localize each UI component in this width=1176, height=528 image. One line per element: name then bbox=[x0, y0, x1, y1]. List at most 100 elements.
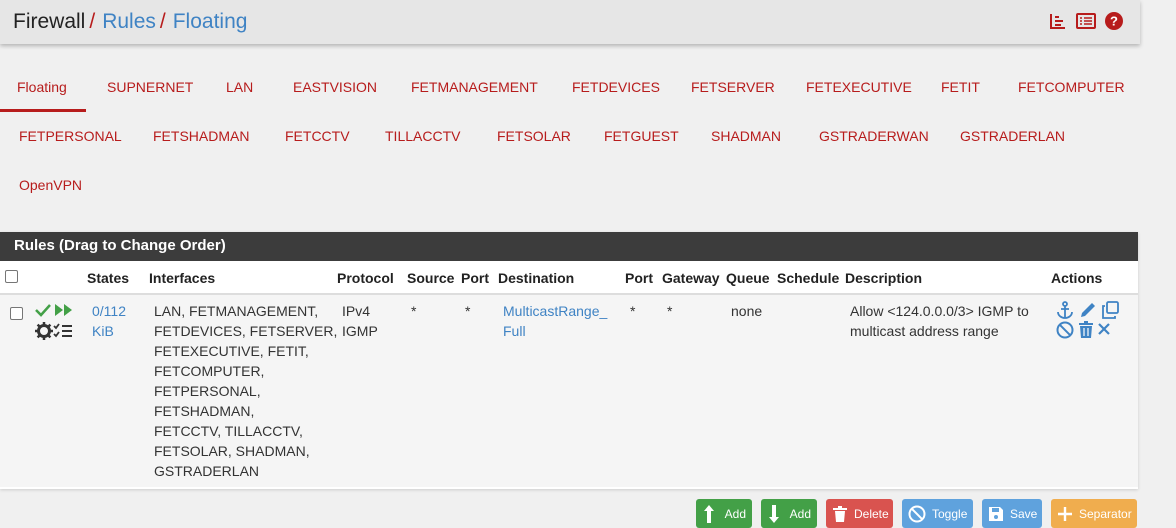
delete-button[interactable]: Delete bbox=[826, 499, 893, 528]
interfaces-line: FETCOMPUTER, bbox=[154, 363, 265, 379]
tab-floating[interactable]: Floating bbox=[0, 63, 86, 112]
tab-openvpn[interactable]: OpenVPN bbox=[19, 161, 82, 210]
add-top-button[interactable]: Add bbox=[696, 499, 752, 528]
delete-label: Delete bbox=[854, 506, 889, 521]
breadcrumb-floating-link[interactable]: Floating bbox=[173, 10, 248, 34]
pass-icon bbox=[54, 303, 74, 320]
description-line: multicast address range bbox=[850, 323, 999, 339]
checklist-icon[interactable] bbox=[53, 323, 73, 342]
destination-link[interactable]: MulticastRange_ Full bbox=[503, 301, 607, 341]
breadcrumb-separator: / bbox=[89, 10, 96, 33]
separator-label: Separator bbox=[1079, 506, 1132, 521]
toggle-label: Toggle bbox=[932, 506, 968, 521]
rules-panel: Rules (Drag to Change Order) States Inte… bbox=[0, 232, 1138, 489]
table-header: States Interfaces Protocol Source Port D… bbox=[0, 261, 1138, 295]
toggle-button[interactable]: Toggle bbox=[902, 499, 973, 528]
page-header: Firewall / Rules / Floating ? bbox=[0, 0, 1140, 44]
tab-fetcomputer[interactable]: FETCOMPUTER bbox=[1018, 63, 1125, 112]
interfaces-line: FETSOLAR, SHADMAN, bbox=[154, 443, 310, 459]
table-row[interactable]: 0/112 KiB LAN, FETMANAGEMENT, FETDEVICES… bbox=[0, 295, 1138, 487]
column-protocol: Protocol bbox=[337, 270, 394, 286]
tab-eastvision[interactable]: EASTVISION bbox=[293, 63, 377, 112]
interface-tabs: Floating SUPNERNET LAN EASTVISION FETMAN… bbox=[0, 63, 1176, 210]
anchor-icon[interactable] bbox=[1056, 301, 1074, 322]
source-cell: * bbox=[411, 303, 417, 319]
chart-icon[interactable] bbox=[1048, 11, 1068, 31]
column-description: Description bbox=[845, 270, 923, 286]
tab-gstraderwan[interactable]: GSTRADERWAN bbox=[819, 112, 929, 161]
pencil-icon[interactable] bbox=[1079, 301, 1097, 322]
queue-cell: none bbox=[731, 303, 763, 319]
source-port-cell: * bbox=[465, 303, 471, 319]
tab-row: OpenVPN bbox=[0, 161, 1176, 210]
breadcrumb: Firewall / Rules / Floating bbox=[13, 10, 247, 34]
add-top-label: Add bbox=[724, 506, 746, 521]
states-value: 0/112 bbox=[92, 303, 126, 319]
select-all-checkbox[interactable] bbox=[5, 270, 18, 283]
tab-supnernet[interactable]: SUPNERNET bbox=[107, 63, 193, 112]
interfaces-line: FETCCTV, TILLACCTV, bbox=[154, 423, 303, 439]
row-checkbox[interactable] bbox=[10, 307, 23, 320]
interfaces-cell: LAN, FETMANAGEMENT, FETDEVICES, FETSERVE… bbox=[154, 301, 337, 481]
states-cell[interactable]: 0/112 KiB bbox=[92, 301, 126, 341]
interfaces-line: FETDEVICES, FETSERVER, bbox=[154, 323, 338, 339]
tab-fetshadman[interactable]: FETSHADMAN bbox=[153, 112, 249, 161]
tab-fetserver[interactable]: FETSERVER bbox=[691, 63, 775, 112]
copy-icon[interactable] bbox=[1101, 301, 1119, 322]
column-queue: Queue bbox=[726, 270, 770, 286]
interfaces-line: FETPERSONAL, bbox=[154, 383, 261, 399]
protocol-type: IGMP bbox=[342, 323, 378, 339]
destination-line: Full bbox=[503, 323, 526, 339]
tab-fetmanagement[interactable]: FETMANAGEMENT bbox=[411, 63, 538, 112]
breadcrumb-rules-link[interactable]: Rules bbox=[102, 10, 156, 34]
description-cell: Allow <124.0.0.0/3> IGMP to multicast ad… bbox=[850, 301, 1029, 341]
tab-row: Floating SUPNERNET LAN EASTVISION FETMAN… bbox=[0, 63, 1176, 112]
gear-icon[interactable] bbox=[35, 322, 53, 343]
header-icons: ? bbox=[1048, 11, 1124, 31]
arrow-down-icon bbox=[767, 504, 784, 523]
trash-icon bbox=[832, 505, 848, 523]
tab-fetguest[interactable]: FETGUEST bbox=[604, 112, 679, 161]
breadcrumb-separator: / bbox=[159, 10, 166, 33]
svg-text:?: ? bbox=[1110, 14, 1118, 29]
destination-line: MulticastRange_ bbox=[503, 303, 608, 319]
separator-button[interactable]: Separator bbox=[1051, 499, 1137, 528]
column-source-port: Port bbox=[461, 270, 489, 286]
interfaces-line: FETEXECUTIVE, FETIT, bbox=[154, 343, 309, 359]
tab-fetdevices[interactable]: FETDEVICES bbox=[572, 63, 660, 112]
tab-fetexecutive[interactable]: FETEXECUTIVE bbox=[806, 63, 912, 112]
interfaces-line: LAN, FETMANAGEMENT, bbox=[154, 303, 319, 319]
interfaces-line: GSTRADERLAN bbox=[154, 463, 260, 479]
plus-icon bbox=[1057, 505, 1073, 523]
tab-lan[interactable]: LAN bbox=[226, 63, 253, 112]
protocol-cell: IPv4 IGMP bbox=[342, 301, 378, 341]
close-icon[interactable] bbox=[1097, 322, 1111, 339]
tab-row: FETPERSONAL FETSHADMAN FETCCTV TILLACCTV… bbox=[0, 112, 1176, 161]
tab-fetpersonal[interactable]: FETPERSONAL bbox=[19, 112, 122, 161]
add-bottom-button[interactable]: Add bbox=[761, 499, 817, 528]
column-dest-port: Port bbox=[625, 270, 653, 286]
column-destination: Destination bbox=[498, 270, 575, 286]
floppy-icon bbox=[988, 505, 1004, 523]
tab-gstraderlan[interactable]: GSTRADERLAN bbox=[960, 112, 1065, 161]
tab-shadman[interactable]: SHADMAN bbox=[711, 112, 781, 161]
column-gateway: Gateway bbox=[662, 270, 720, 286]
list-icon[interactable] bbox=[1076, 11, 1096, 31]
column-states: States bbox=[87, 270, 130, 286]
disable-icon[interactable] bbox=[1056, 321, 1074, 342]
disable-icon bbox=[908, 505, 926, 523]
help-icon[interactable]: ? bbox=[1104, 11, 1124, 31]
tab-tillacctv[interactable]: TILLACCTV bbox=[385, 112, 460, 161]
gateway-cell: * bbox=[667, 303, 673, 319]
tab-fetcctv[interactable]: FETCCTV bbox=[285, 112, 350, 161]
action-buttons: Add Add Delete Toggle Save Separator bbox=[696, 499, 1137, 528]
tab-fetit[interactable]: FETIT bbox=[941, 63, 980, 112]
column-interfaces: Interfaces bbox=[149, 270, 216, 286]
panel-title: Rules (Drag to Change Order) bbox=[0, 232, 1138, 261]
trash-icon[interactable] bbox=[1077, 321, 1095, 342]
protocol-family: IPv4 bbox=[342, 303, 371, 319]
add-bottom-label: Add bbox=[789, 506, 811, 521]
tab-fetsolar[interactable]: FETSOLAR bbox=[497, 112, 571, 161]
save-button[interactable]: Save bbox=[982, 499, 1042, 528]
interfaces-line: FETSHADMAN, bbox=[154, 403, 255, 419]
